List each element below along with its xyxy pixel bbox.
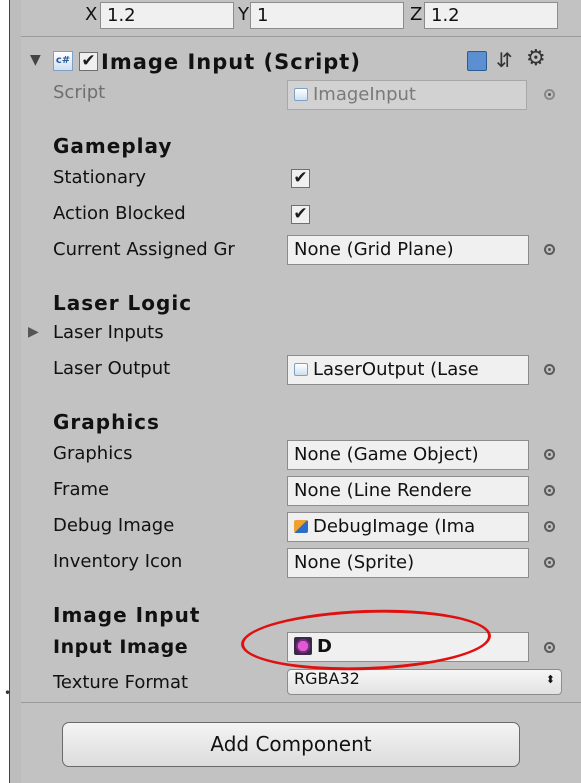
sprite-asset-icon: [294, 520, 308, 533]
gear-icon[interactable]: ⚙: [526, 46, 546, 71]
window-frame: [0, 0, 10, 783]
foldout-arrow-icon[interactable]: ▼: [30, 52, 41, 68]
script-value: ImageInput: [313, 84, 416, 105]
texture-format-value: RGBA32: [294, 669, 360, 688]
expand-arrow-icon[interactable]: ▶: [28, 324, 39, 340]
graphics-header: Graphics: [53, 410, 160, 434]
frame-field[interactable]: None (Line Rendere: [287, 476, 529, 506]
cs-script-icon: c#: [53, 51, 73, 71]
stationary-label: Stationary: [53, 167, 147, 188]
component-divider: [21, 36, 581, 37]
component-title: Image Input (Script): [101, 50, 361, 74]
bottom-divider: [21, 702, 581, 703]
laser-logic-header: Laser Logic: [53, 291, 193, 315]
action-blocked-checkbox[interactable]: ✔: [291, 205, 310, 224]
stray-dot: •: [4, 686, 12, 700]
scale-y-label: Y: [238, 4, 249, 25]
preset-sliders-icon[interactable]: ⇵: [496, 48, 513, 72]
image-input-header: Image Input: [53, 603, 201, 627]
object-picker-icon[interactable]: [544, 449, 555, 460]
script-asset-icon: [294, 363, 308, 376]
dropdown-arrows-icon: ⬍: [545, 673, 555, 686]
scale-x-label: X: [85, 4, 98, 25]
laser-inputs-label[interactable]: Laser Inputs: [53, 322, 164, 343]
texture-format-label: Texture Format: [53, 672, 189, 693]
input-image-label: Input Image: [53, 636, 189, 658]
scale-y-field[interactable]: 1: [250, 2, 404, 29]
script-asset-icon: [294, 88, 308, 101]
scale-z-field[interactable]: 1.2: [424, 2, 558, 29]
action-blocked-label: Action Blocked: [53, 203, 186, 224]
component-enabled-checkbox[interactable]: ✔: [79, 52, 98, 71]
object-picker-icon[interactable]: [544, 485, 555, 496]
debug-image-label: Debug Image: [53, 515, 175, 536]
debug-image-value: DebugImage (Ima: [313, 516, 476, 537]
gameplay-header: Gameplay: [53, 134, 173, 158]
script-label: Script: [53, 82, 106, 103]
graphics-label: Graphics: [53, 443, 133, 464]
graphics-field[interactable]: None (Game Object): [287, 440, 529, 470]
inventory-icon-label: Inventory Icon: [53, 551, 183, 572]
laser-output-field[interactable]: LaserOutput (Lase: [287, 355, 529, 385]
object-picker-icon[interactable]: [544, 557, 555, 568]
object-picker-icon[interactable]: [544, 642, 555, 653]
scale-z-label: Z: [410, 4, 423, 25]
object-picker-icon[interactable]: [544, 521, 555, 532]
script-field: ImageInput: [287, 80, 527, 110]
add-component-button[interactable]: Add Component: [62, 722, 520, 767]
laser-output-value: LaserOutput (Lase: [313, 359, 479, 380]
scale-x-field[interactable]: 1.2: [100, 2, 234, 29]
texture-format-dropdown[interactable]: RGBA32 ⬍: [287, 669, 562, 695]
inventory-icon-field[interactable]: None (Sprite): [287, 548, 529, 578]
stationary-checkbox[interactable]: ✔: [291, 169, 310, 188]
object-picker-icon[interactable]: [544, 244, 555, 255]
laser-output-label: Laser Output: [53, 358, 171, 379]
help-book-icon[interactable]: [467, 51, 487, 71]
object-picker-icon[interactable]: [544, 364, 555, 375]
debug-image-field[interactable]: DebugImage (Ima: [287, 512, 529, 542]
object-picker-icon: [544, 89, 555, 100]
current-grid-field[interactable]: None (Grid Plane): [287, 235, 529, 265]
current-grid-label: Current Assigned Gr: [53, 239, 235, 260]
frame-label: Frame: [53, 479, 110, 500]
